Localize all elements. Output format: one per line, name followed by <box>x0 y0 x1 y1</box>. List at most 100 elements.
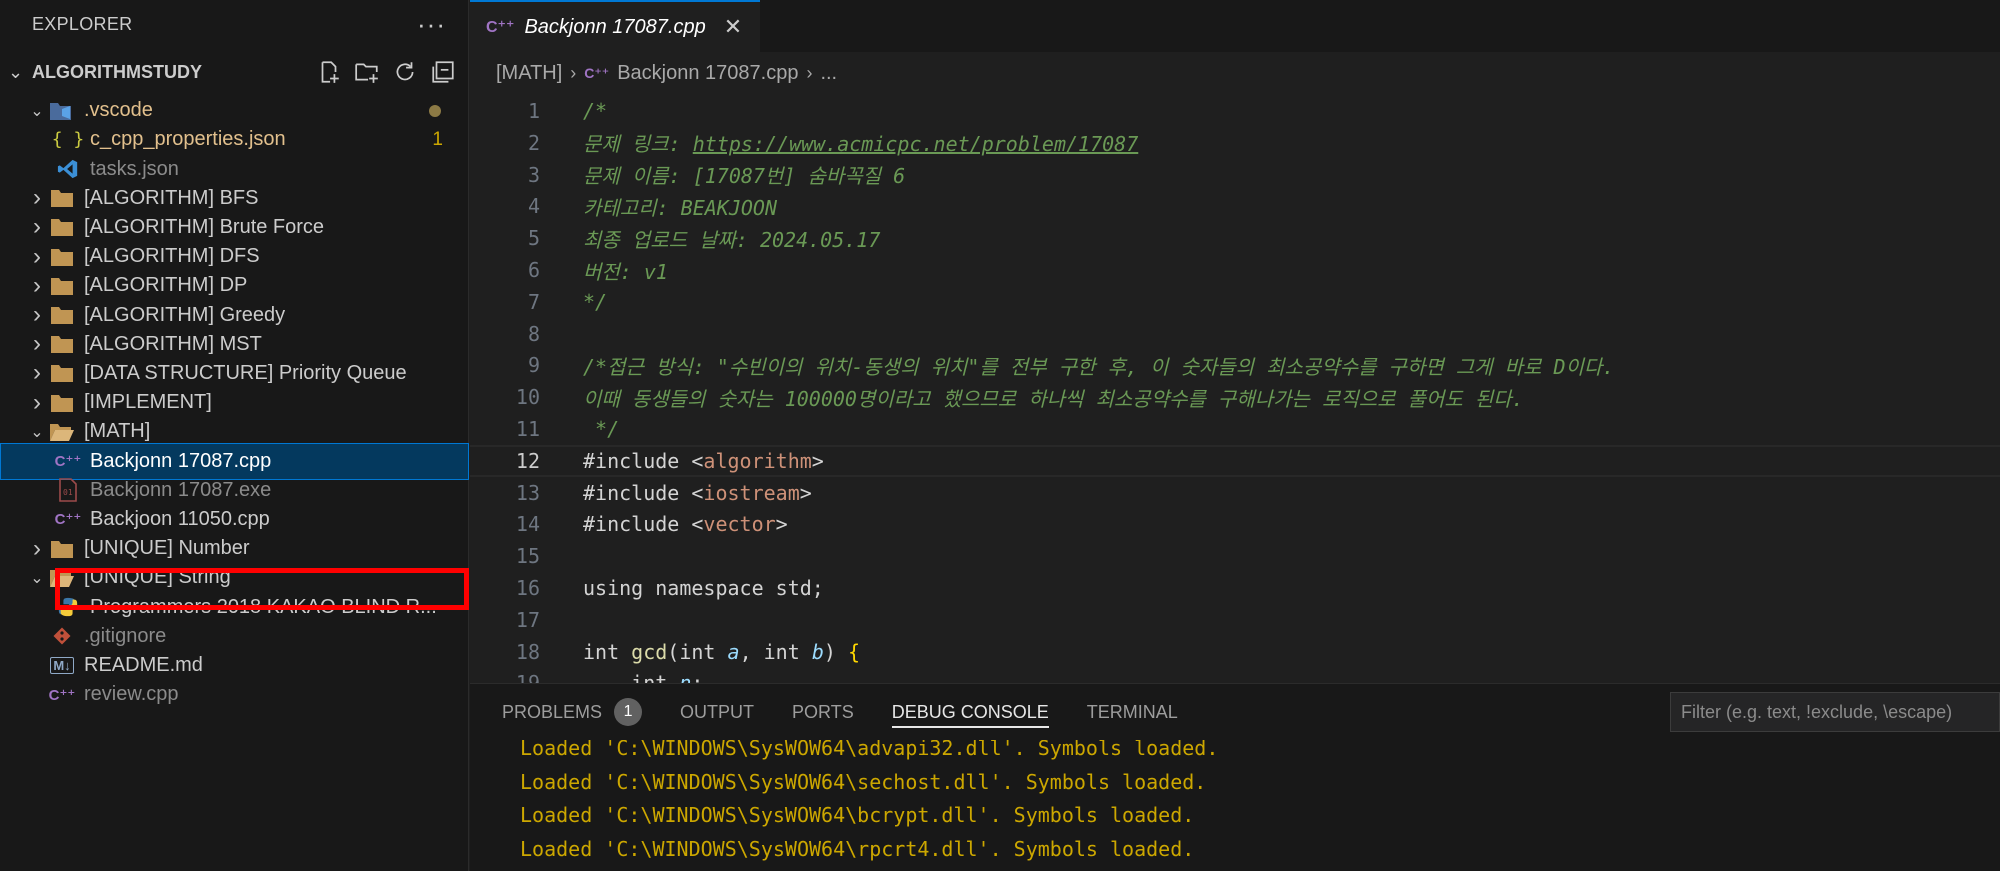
code-line[interactable]: 12 #include <algorithm> <box>470 444 2000 477</box>
code-token: 문제 이름: [17087번] 숨바꼭질 6 <box>583 164 906 189</box>
project-root-row[interactable]: ⌄ ALGORITHMSTUDY <box>0 48 468 96</box>
line-number: 12 <box>515 448 540 473</box>
code-line[interactable]: 15 <box>470 540 2000 572</box>
cpp-icon: C⁺⁺ <box>54 511 82 529</box>
line-source: 카테고리: BEAKJOON <box>583 192 777 221</box>
code-token: #include <box>583 512 692 537</box>
code-line[interactable]: 2 문제 링크: https://www.acmicpc.net/problem/… <box>470 127 2000 159</box>
code-editor[interactable]: 1 /* 2 문제 링크: https://www.acmicpc.net/probl… <box>470 94 2000 683</box>
cpp-icon: C⁺⁺ <box>584 64 610 81</box>
line-source: using namespace std; <box>583 576 824 600</box>
chevron-down-icon[interactable]: ⌄ <box>26 568 48 588</box>
explorer-title: EXPLORER <box>32 13 133 34</box>
line-source: #include <vector> <box>583 512 788 536</box>
code-line[interactable]: 6 버전: v1 <box>470 254 2000 286</box>
console-line: Loaded 'C:\WINDOWS\SysWOW64\sechost.dll'… <box>520 769 1207 794</box>
tree-item-label: [ALGORITHM] MST <box>84 332 262 355</box>
code-token: vector <box>703 512 776 537</box>
close-icon[interactable]: ✕ <box>724 14 742 40</box>
console-line: Loaded 'C:\WINDOWS\SysWOW64\bcrypt.dll'.… <box>520 803 1195 827</box>
tab-backjonn-17087-cpp[interactable]: C⁺⁺ Backjonn 17087.cpp ✕ <box>470 0 761 52</box>
tree-item-label: [MATH] <box>84 420 151 443</box>
tab-debug-console[interactable]: DEBUG CONSOLE <box>891 684 1049 740</box>
line-number: 5 <box>527 226 540 251</box>
folder-open-icon <box>48 566 76 590</box>
chevron-right-icon: › <box>806 62 813 83</box>
line-source: 이때 동생들의 숫자는 100000명이라고 했으므로 하나씩 최소공약수를 구… <box>583 383 1524 412</box>
code-line[interactable]: 17 <box>470 604 2000 636</box>
more-actions-icon[interactable]: ··· <box>417 11 446 37</box>
breadcrumb-file[interactable]: Backjonn 17087.cpp <box>617 62 798 85</box>
folder-icon <box>48 245 76 269</box>
code-line[interactable]: 10 이때 동생들의 숫자는 100000명이라고 했으므로 하나씩 최소공약수를… <box>470 381 2000 413</box>
tree-item-label: tasks.json <box>90 157 179 180</box>
code-line[interactable]: 5 최종 업로드 날짜: 2024.05.17 <box>470 222 2000 254</box>
tree-item-label: Backjonn 17087.cpp <box>90 449 272 472</box>
console-line: Loaded 'C:\WINDOWS\SysWOW64\rpcrt4.dll'.… <box>520 836 1195 861</box>
code-token: int <box>583 671 679 683</box>
bottom-panel: PROBLEMS 1 OUTPUT PORTS DEBUG CONSOLE TE… <box>470 683 2000 871</box>
code-token: n <box>679 671 691 683</box>
tree-item-label: .vscode <box>84 99 153 122</box>
line-source: /*접근 방식: "수빈이의 위치-동생의 위치"를 전부 구한 후, 이 숫자… <box>583 351 1614 380</box>
collapse-all-icon[interactable] <box>430 59 456 85</box>
code-line[interactable]: 11 */ <box>470 413 2000 445</box>
line-source: 버전: v1 <box>583 256 668 285</box>
chevron-down-icon[interactable]: ⌄ <box>26 422 48 442</box>
chevron-down-icon[interactable]: ⌄ <box>8 62 32 83</box>
code-line[interactable]: 18 int gcd(int a, int b) { <box>470 636 2000 668</box>
tab-output-label: OUTPUT <box>680 701 755 722</box>
git-icon <box>48 624 76 648</box>
breadcrumb-folder[interactable]: [MATH] <box>496 62 562 85</box>
tree-item[interactable]: C⁺⁺ review.cpp <box>0 676 469 713</box>
code-line[interactable]: 4 카테고리: BEAKJOON <box>470 190 2000 222</box>
cpp-icon: C⁺⁺ <box>54 453 82 470</box>
problem-count-badge: 1 <box>432 128 443 150</box>
folder-icon <box>48 215 76 239</box>
new-file-icon[interactable] <box>316 59 342 85</box>
chevron-down-icon[interactable]: ⌄ <box>26 101 48 121</box>
tab-output[interactable]: OUTPUT <box>680 684 754 740</box>
code-token: 문제 링크: <box>583 132 693 157</box>
folder-open-icon <box>48 420 76 444</box>
folder-icon <box>48 391 76 415</box>
code-token: 카테고리: BEAKJOON <box>583 195 778 220</box>
cpp-icon: C⁺⁺ <box>486 19 515 36</box>
code-token: { <box>847 639 860 664</box>
code-line[interactable]: 8 <box>470 318 2000 350</box>
line-source: */ <box>583 417 619 441</box>
code-line[interactable]: 7 */ <box>470 286 2000 318</box>
new-folder-icon[interactable] <box>354 59 380 85</box>
breadcrumb-symbol[interactable]: ... <box>820 62 837 85</box>
code-line[interactable]: 19 int n; <box>470 667 2000 683</box>
code-line[interactable]: 14 #include <vector> <box>470 508 2000 540</box>
tree-item-label: README.md <box>84 653 203 676</box>
tab-terminal[interactable]: TERMINAL <box>1087 684 1178 740</box>
tree-item-label: [ALGORITHM] DFS <box>84 245 260 268</box>
code-line[interactable]: 9 /*접근 방식: "수빈이의 위치-동생의 위치"를 전부 구한 후, 이 숫… <box>470 349 2000 381</box>
python-icon <box>54 595 82 619</box>
line-number: 1 <box>527 99 540 123</box>
code-token: (int <box>667 639 728 664</box>
line-number: 3 <box>527 162 540 187</box>
code-line[interactable]: 1 /* <box>470 95 2000 127</box>
code-line[interactable]: 16 using namespace std; <box>470 572 2000 604</box>
code-line[interactable]: 13 #include <iostream> <box>470 477 2000 509</box>
tab-ports[interactable]: PORTS <box>792 684 854 740</box>
code-token: 최종 업로드 날짜: 2024.05.17 <box>583 227 881 252</box>
filter-input[interactable]: Filter (e.g. text, !exclude, \escape) <box>1670 692 2000 732</box>
code-token: > <box>811 448 824 473</box>
tab-ports-label: PORTS <box>792 701 854 722</box>
line-number: 17 <box>515 607 540 632</box>
folder-icon <box>48 186 76 210</box>
code-line[interactable]: 3 문제 이름: [17087번] 숨바꼭질 6 <box>470 159 2000 191</box>
breadcrumb: [MATH] › C⁺⁺ Backjonn 17087.cpp › ... <box>470 52 2000 94</box>
project-name: ALGORITHMSTUDY <box>32 61 202 82</box>
tree-item-label: [ALGORITHM] Greedy <box>84 303 286 326</box>
refresh-icon[interactable] <box>392 59 418 85</box>
line-source: 문제 이름: [17087번] 숨바꼭질 6 <box>583 160 905 189</box>
tree-item-label: Backjoon 11050.cpp <box>90 507 270 530</box>
problems-count-badge: 1 <box>614 698 643 726</box>
tree-item-label: [UNIQUE] String <box>84 566 231 589</box>
tab-problems[interactable]: PROBLEMS 1 <box>502 684 643 740</box>
